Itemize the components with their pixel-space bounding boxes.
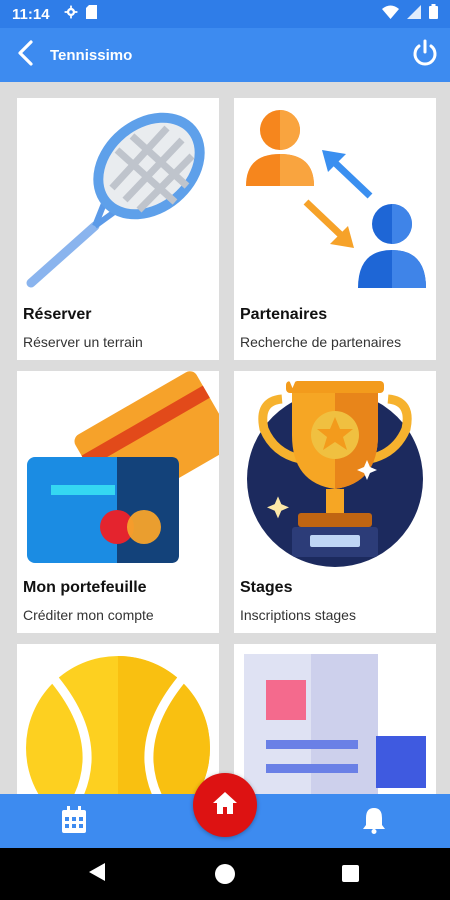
home-button[interactable] (193, 773, 257, 837)
calendar-icon (61, 805, 87, 839)
tennis-racket-icon (17, 98, 219, 298)
notifications-button[interactable] (356, 806, 392, 838)
trophy-icon (234, 371, 436, 571)
wifi-icon (382, 5, 399, 24)
nav-home-icon[interactable] (215, 864, 235, 884)
page-title: Tennissimo (50, 46, 133, 64)
nav-recents-icon[interactable] (342, 865, 359, 882)
tennis-ball-icon (17, 644, 219, 794)
app-bar: Tennissimo (0, 28, 450, 82)
card-title: Mon portefeuille (23, 579, 147, 596)
menu-grid: Réserver Réserver un terrain Partenaires… (0, 82, 450, 794)
document-icon (234, 644, 436, 794)
card-title: Partenaires (240, 306, 328, 323)
card-portefeuille[interactable]: Mon portefeuille Créditer mon compte (17, 371, 219, 633)
nav-back-icon[interactable] (88, 862, 106, 887)
back-button[interactable] (0, 28, 50, 82)
card-subtitle: Recherche de partenaires (240, 334, 402, 350)
sd-card-icon (85, 4, 97, 24)
settings-gear-icon (64, 5, 78, 24)
signal-icon (407, 4, 421, 24)
partners-exchange-icon (234, 98, 436, 298)
card-title: Réserver (23, 306, 92, 323)
card-reserver[interactable]: Réserver Réserver un terrain (17, 98, 219, 360)
battery-icon (429, 4, 438, 24)
card-title: Stages (240, 579, 293, 596)
status-bar: 11:14 (0, 0, 450, 28)
chevron-left-icon (16, 39, 34, 71)
calendar-button[interactable] (56, 805, 92, 839)
card-partenaires[interactable]: Partenaires Recherche de partenaires (234, 98, 436, 360)
credit-card-icon (17, 371, 219, 571)
status-time: 11:14 (12, 5, 50, 23)
home-icon (212, 791, 238, 820)
power-icon (411, 39, 439, 72)
card-document[interactable] (234, 644, 436, 794)
card-subtitle: Créditer mon compte (23, 607, 154, 623)
system-navigation-bar (0, 848, 450, 900)
card-tennis-ball[interactable] (17, 644, 219, 794)
bell-icon (362, 806, 386, 839)
card-subtitle: Inscriptions stages (240, 607, 356, 623)
card-stages[interactable]: Stages Inscriptions stages (234, 371, 436, 633)
logout-button[interactable] (400, 28, 450, 82)
card-subtitle: Réserver un terrain (23, 334, 143, 350)
